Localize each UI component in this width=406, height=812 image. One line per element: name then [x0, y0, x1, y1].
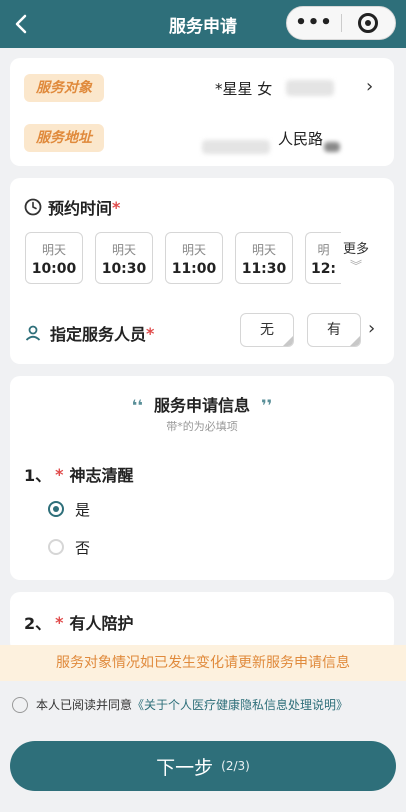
next-button-label: 下一步: [156, 756, 214, 779]
update-notice: 服务对象情况如已发生变化请更新服务申请信息: [0, 645, 406, 681]
option-no-label: 否: [75, 539, 91, 557]
option-yes-label: 是: [75, 501, 91, 519]
blurred-address: [202, 140, 270, 154]
client-card: 服务对象 *星星 女 › 服务地址 人民路: [10, 58, 394, 166]
slot-day: 明天: [251, 243, 276, 257]
question-text: 神志清醒: [69, 466, 134, 485]
blurred-mark: [324, 142, 340, 152]
slot-time: 10:00: [31, 261, 77, 277]
privacy-policy-link[interactable]: 《关于个人医疗健康隐私信息处理说明》: [132, 696, 348, 713]
info-title: ❛❛ 服务申请信息 ❜❜: [10, 392, 394, 416]
question-number: 2、: [24, 614, 52, 633]
chevron-left-icon[interactable]: [10, 10, 38, 38]
radio-yes[interactable]: [48, 501, 64, 517]
staff-option-no[interactable]: 无: [240, 313, 294, 347]
mini-program-capsule: •••: [286, 6, 396, 40]
slot-time: 11:30: [241, 261, 287, 277]
target-icon[interactable]: [342, 13, 395, 33]
slot-day: 明天: [181, 243, 206, 257]
staff-option-yes[interactable]: 有: [307, 313, 361, 347]
consent-checkbox[interactable]: [12, 696, 28, 713]
slot-day: 明天: [111, 243, 136, 257]
appointment-title-text: 预约时间: [48, 199, 113, 218]
staff-title-text: 指定服务人员: [50, 325, 147, 344]
time-slot[interactable]: 明天 10:30: [95, 232, 153, 284]
required-mark: *: [112, 197, 121, 217]
info-subtitle: 带*的为必填项: [166, 420, 238, 433]
radio-no[interactable]: [48, 539, 64, 555]
slot-time: 10:30: [101, 261, 147, 277]
quote-left-icon: ❛❛: [131, 396, 143, 415]
more-label: 更多: [342, 242, 369, 257]
required-mark: *: [146, 323, 155, 343]
time-slot[interactable]: 明天 10:00: [25, 232, 83, 284]
question-2-card: 2、 * 有人陪护: [10, 592, 394, 652]
nav-bar: 服务申请 •••: [0, 0, 406, 48]
step-indicator: (2/3): [221, 759, 250, 773]
appointment-title: 预约时间 *: [24, 195, 120, 219]
quote-right-icon: ❜❜: [261, 396, 273, 415]
service-target-value: *星星 女: [215, 80, 273, 98]
service-address-tag: 服务地址: [24, 124, 104, 152]
slot-time: 11:00: [171, 261, 217, 277]
chevron-right-icon[interactable]: ›: [368, 318, 375, 339]
consent-row[interactable]: 本人已阅读并同意 《关于个人医疗健康隐私信息处理说明》: [12, 696, 348, 713]
service-target-tag: 服务对象: [24, 74, 104, 102]
consent-text: 本人已阅读并同意: [36, 698, 133, 712]
service-address-value: 人民路: [278, 130, 324, 148]
slot-day: 明天: [41, 243, 66, 257]
required-mark: *: [55, 464, 64, 484]
next-button[interactable]: 下一步 (2/3): [10, 741, 396, 791]
person-icon: [25, 325, 41, 341]
time-slot[interactable]: 明天 11:30: [235, 232, 293, 284]
info-title-text: 服务申请信息: [153, 396, 250, 415]
required-mark: *: [55, 612, 64, 632]
chevron-right-icon[interactable]: ›: [366, 76, 373, 97]
more-dots-icon[interactable]: •••: [287, 14, 341, 32]
clock-icon: [24, 198, 42, 216]
question-1: 1、 * 神志清醒: [24, 462, 134, 486]
question-2: 2、 * 有人陪护: [24, 610, 134, 634]
blurred-text: [286, 80, 334, 96]
double-chevron-down-icon: ︾: [349, 259, 362, 273]
info-card: ❛❛ 服务申请信息 ❜❜ 带*的为必填项 1、 * 神志清醒: [10, 376, 394, 580]
staff-title: 指定服务人员 *: [24, 321, 154, 345]
time-slot[interactable]: 明天 11:00: [165, 232, 223, 284]
question-text: 有人陪护: [69, 614, 134, 633]
question-number: 1、: [24, 466, 52, 485]
more-slots-button[interactable]: 更多 ︾: [336, 238, 376, 274]
page-title: 服务申请: [169, 16, 237, 37]
